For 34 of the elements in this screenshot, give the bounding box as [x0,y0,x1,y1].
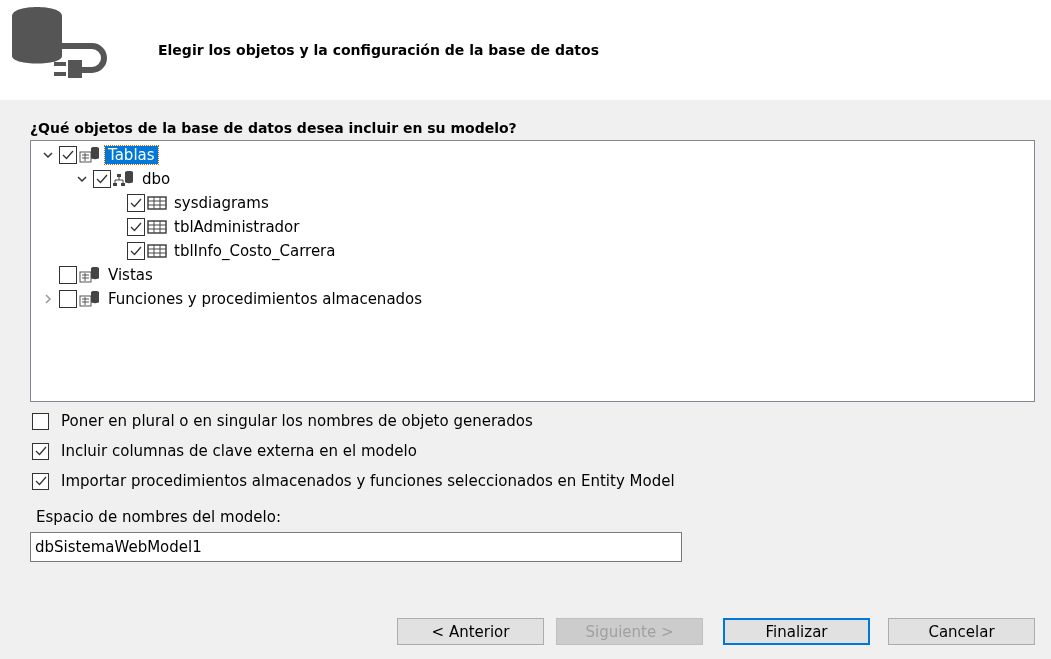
table-icon [147,219,167,235]
checkbox[interactable] [93,170,111,188]
wizard-button[interactable]: Cancelar [888,618,1035,645]
namespace-field[interactable]: dbSistemaWebModel1 [30,532,682,562]
tree-item[interactable]: Funciones y procedimientos almacenados [105,290,426,308]
checkbox[interactable] [127,242,145,260]
tree-item[interactable]: dbo [139,170,174,188]
option-label: Poner en plural o en singular los nombres de objeto generados [61,412,533,430]
wizard-button[interactable]: < Anterior [397,618,544,645]
tree-item[interactable]: tblAdministrador [171,218,303,236]
checkbox[interactable] [59,290,77,308]
checkbox[interactable] [127,194,145,212]
tree-item[interactable]: sysdiagrams [171,194,272,212]
database-icon [79,266,101,284]
tree-item[interactable]: tblInfo_Costo_Carrera [171,242,339,260]
checkbox[interactable] [127,218,145,236]
database-icon [79,290,101,308]
tree-label: ¿Qué objetos de la base de datos desea incluir en su modelo? [30,120,517,136]
checkbox[interactable] [32,412,49,430]
tree-item[interactable]: Tablas [105,146,158,164]
tree-item[interactable]: Vistas [105,266,156,284]
checkbox[interactable] [32,442,49,460]
option-label: Incluir columnas de clave externa en el modelo [61,442,417,460]
schema-icon [113,170,135,188]
table-icon [147,195,167,211]
checkbox[interactable] [59,146,77,164]
wizard-button[interactable]: Finalizar [723,618,870,645]
namespace-label: Espacio de nombres del modelo: [36,508,281,526]
page-title: Elegir los objetos y la configuración de la base de datos [158,42,599,58]
table-icon [147,243,167,259]
database-icon [79,146,101,164]
option-label: Importar procedimientos almacenados y funciones seleccionados en Entity Model [61,472,675,490]
checkbox[interactable] [59,266,77,284]
checkbox[interactable] [32,472,49,490]
